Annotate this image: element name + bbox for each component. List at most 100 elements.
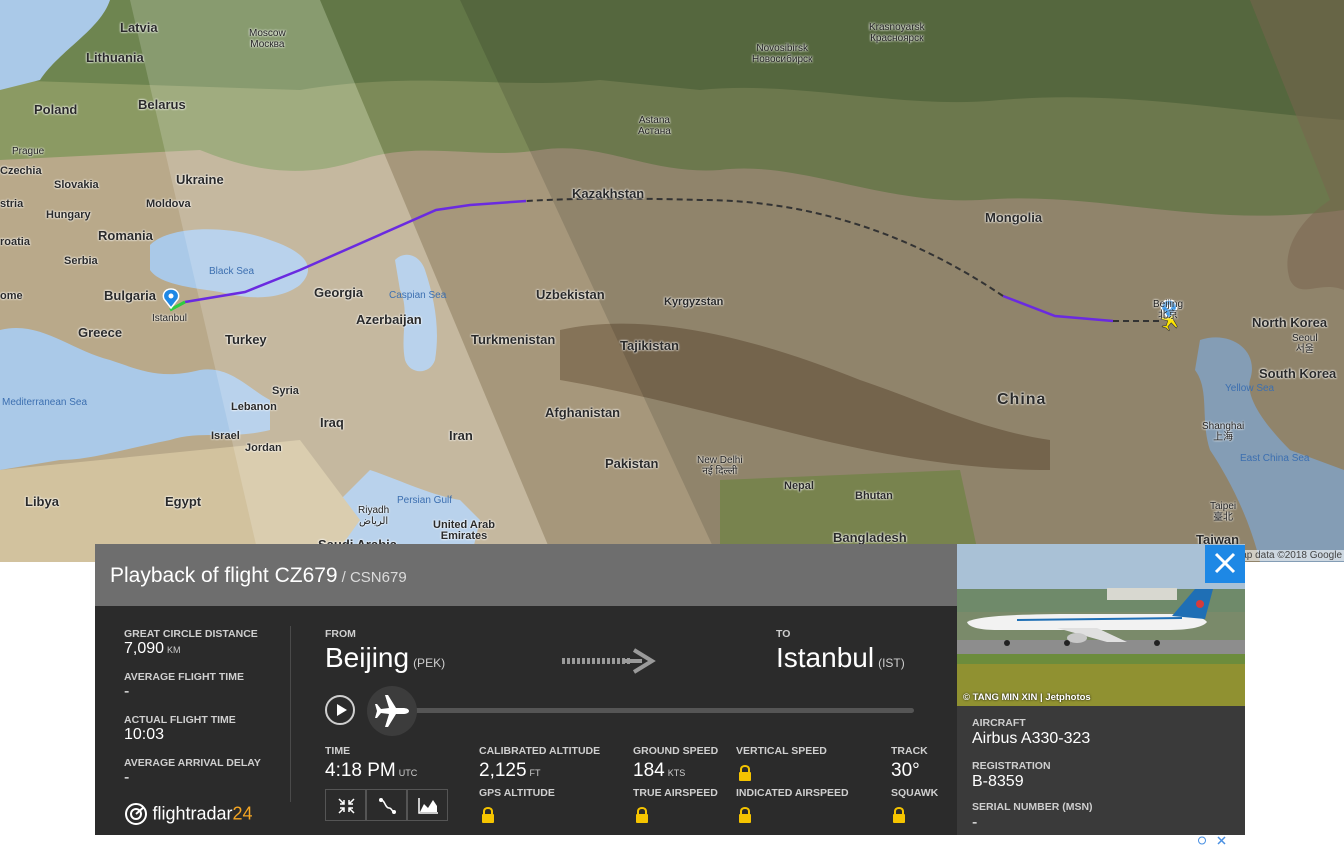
route-view-button[interactable] bbox=[366, 789, 407, 821]
map-label-sea: Mediterranean Sea bbox=[2, 397, 88, 408]
map-label-city: Astana Астана bbox=[638, 115, 671, 137]
vertical-speed-label: VERTICAL SPEED bbox=[736, 745, 827, 757]
map-label-city: New Delhi नई दिल्ली bbox=[697, 455, 743, 477]
map-label-city: Riyadh الرياض bbox=[358, 505, 390, 527]
map-label-country: Nepal bbox=[784, 480, 814, 492]
aircraft-photo[interactable]: © TANG MIN XIN | Jetphotos bbox=[957, 544, 1245, 706]
map-label-sea: East China Sea bbox=[1240, 453, 1310, 464]
from-label: FROM bbox=[325, 628, 356, 640]
time-label: TIME bbox=[325, 745, 351, 757]
fit-view-button[interactable] bbox=[325, 789, 366, 821]
indicated-airspeed-label: INDICATED AIRSPEED bbox=[736, 787, 849, 799]
map-label-city: Beijing 北京 bbox=[1153, 299, 1184, 321]
map-label-city: Seoul 서울 bbox=[1292, 333, 1318, 355]
map-label-country: Bulgaria bbox=[104, 288, 157, 303]
map-label-country: Jordan bbox=[245, 442, 282, 454]
avg-arrival-delay-value: - bbox=[124, 769, 130, 786]
map-label-city: Novosibirsk Новосибирск bbox=[752, 43, 813, 65]
great-circle-label: GREAT CIRCLE DISTANCE bbox=[124, 628, 258, 640]
logo-suffix: 24 bbox=[232, 803, 253, 824]
serial-number-value: - bbox=[972, 814, 978, 831]
map-label-country: Belarus bbox=[138, 97, 186, 112]
chart-area-icon bbox=[418, 798, 438, 814]
map-label-city: Prague bbox=[12, 146, 45, 157]
lock-icon bbox=[739, 765, 751, 781]
great-circle-value: 7,090 KM bbox=[124, 640, 181, 657]
map-label-country: Uzbekistan bbox=[536, 287, 605, 302]
lock-icon bbox=[636, 807, 648, 823]
photo-credit[interactable]: © TANG MIN XIN | Jetphotos bbox=[963, 692, 1091, 703]
map-label-country: China bbox=[997, 391, 1047, 408]
panel-title: Playback of flight CZ679/ CSN679 bbox=[110, 564, 407, 588]
ad-controls[interactable] bbox=[1198, 836, 1228, 848]
aircraft-photo-image bbox=[957, 544, 1245, 706]
map-label-country: Mongolia bbox=[985, 210, 1043, 225]
track-label: TRACK bbox=[891, 745, 928, 757]
registration-label: REGISTRATION bbox=[972, 760, 1051, 772]
playback-slider-handle[interactable] bbox=[367, 686, 417, 736]
gps-altitude-label: GPS ALTITUDE bbox=[479, 787, 555, 799]
map-label-country: Georgia bbox=[314, 285, 364, 300]
map-label-country: Iran bbox=[449, 428, 473, 443]
map-label-country: ome bbox=[0, 290, 23, 302]
close-button[interactable] bbox=[1205, 545, 1245, 583]
map-label-country: Bhutan bbox=[855, 490, 893, 502]
flightradar24-logo[interactable]: flightradar24 bbox=[124, 802, 253, 830]
serial-number-label: SERIAL NUMBER (MSN) bbox=[972, 801, 1093, 813]
map-label-country: Greece bbox=[78, 325, 123, 340]
map-label-country: Azerbaijan bbox=[356, 312, 422, 327]
actual-flight-time-label: ACTUAL FLIGHT TIME bbox=[124, 714, 236, 726]
collapse-arrows-icon bbox=[338, 798, 355, 814]
radar-logo-icon bbox=[125, 803, 147, 825]
actual-flight-time-value: 10:03 bbox=[124, 726, 165, 743]
map-label-country: Czechia bbox=[0, 165, 42, 177]
lock-icon bbox=[482, 807, 494, 823]
map-label-country: Turkey bbox=[225, 332, 267, 347]
map-label-country: Kazakhstan bbox=[572, 186, 645, 201]
map-label-country: Moldova bbox=[146, 198, 191, 210]
map-label-country: Romania bbox=[98, 228, 153, 243]
playback-slider[interactable] bbox=[377, 708, 914, 713]
flight-map[interactable]: Latvia Lithuania Poland Belarus Ukraine … bbox=[0, 0, 1344, 562]
map-label-country: Iraq bbox=[320, 415, 344, 430]
map-label-city: Moscow Москва bbox=[249, 28, 286, 50]
panel-body: GREAT CIRCLE DISTANCE 7,090 KM AVERAGE FL… bbox=[95, 606, 957, 835]
ground-speed-label: GROUND SPEED bbox=[633, 745, 719, 757]
stats-divider bbox=[290, 626, 291, 802]
map-label-sea: Yellow Sea bbox=[1225, 383, 1275, 394]
route-arrow-icon bbox=[562, 648, 656, 674]
aircraft-value: Airbus A330-323 bbox=[972, 730, 1091, 747]
map-label-country: North Korea bbox=[1252, 315, 1328, 330]
map-label-country: Latvia bbox=[120, 20, 158, 35]
map-label-country: Serbia bbox=[64, 255, 98, 267]
map-label-city: Istanbul bbox=[152, 313, 188, 324]
ad-choices-icon bbox=[1198, 836, 1226, 845]
true-airspeed-label: TRUE AIRSPEED bbox=[633, 787, 718, 799]
avg-flight-time-value: - bbox=[124, 683, 130, 700]
map-label-country: Turkmenistan bbox=[471, 332, 556, 347]
to-label: TO bbox=[776, 628, 791, 640]
panel-header: Playback of flight CZ679/ CSN679 bbox=[95, 544, 957, 606]
map-canvas bbox=[0, 0, 1344, 562]
squawk-label: SQUAWK bbox=[891, 787, 939, 799]
track-value: 30° bbox=[891, 760, 920, 781]
close-icon bbox=[1214, 552, 1236, 574]
destination-city[interactable]: Istanbul (IST) bbox=[776, 642, 905, 674]
origin-city[interactable]: Beijing (PEK) bbox=[325, 642, 445, 674]
map-label-country: Ukraine bbox=[176, 172, 224, 187]
playback-panel: Playback of flight CZ679/ CSN679 GREAT C… bbox=[95, 544, 1245, 835]
map-label-country: Lithuania bbox=[86, 50, 144, 65]
map-label-country: South Korea bbox=[1259, 366, 1337, 381]
route-icon bbox=[379, 798, 396, 814]
flight-title: Playback of flight CZ679 bbox=[110, 564, 338, 587]
aircraft-label: AIRCRAFT bbox=[972, 717, 1026, 729]
registration-value[interactable]: B-8359 bbox=[972, 773, 1024, 791]
map-label-sea: Caspian Sea bbox=[389, 290, 447, 301]
map-label-country: Tajikistan bbox=[620, 338, 680, 353]
map-label-country: Kyrgyzstan bbox=[664, 296, 724, 308]
map-label-sea: Black Sea bbox=[209, 266, 255, 277]
play-button[interactable] bbox=[325, 695, 355, 725]
map-label-country: Afghanistan bbox=[545, 405, 621, 420]
graph-view-button[interactable] bbox=[407, 789, 448, 821]
map-label-country: Syria bbox=[272, 385, 299, 397]
